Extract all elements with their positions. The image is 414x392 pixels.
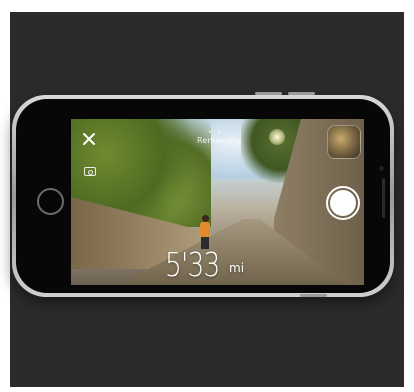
earpiece-speaker (382, 178, 385, 218)
shutter-button[interactable] (326, 186, 360, 220)
pace-unit: mi (229, 261, 245, 275)
close-icon[interactable] (81, 131, 97, 147)
page-indicator: • • (208, 129, 223, 136)
pace-overlay: 5'33 mi (165, 245, 244, 284)
pace-value: 5'33 (165, 245, 220, 284)
home-button[interactable] (37, 188, 64, 215)
shutter-button-inner[interactable] (330, 190, 356, 216)
volume-button-up (255, 92, 282, 95)
power-button (300, 294, 327, 297)
header-label: Remaining (197, 136, 242, 145)
front-camera (379, 166, 384, 171)
sun-glare (269, 129, 285, 145)
volume-button-down (288, 92, 315, 95)
flip-camera-icon[interactable] (84, 167, 96, 176)
photo-thumbnail[interactable] (327, 125, 361, 159)
runner-head (202, 215, 209, 222)
camera-viewfinder: • • Remaining 5'33 mi (71, 119, 364, 285)
runner-body (200, 222, 210, 238)
